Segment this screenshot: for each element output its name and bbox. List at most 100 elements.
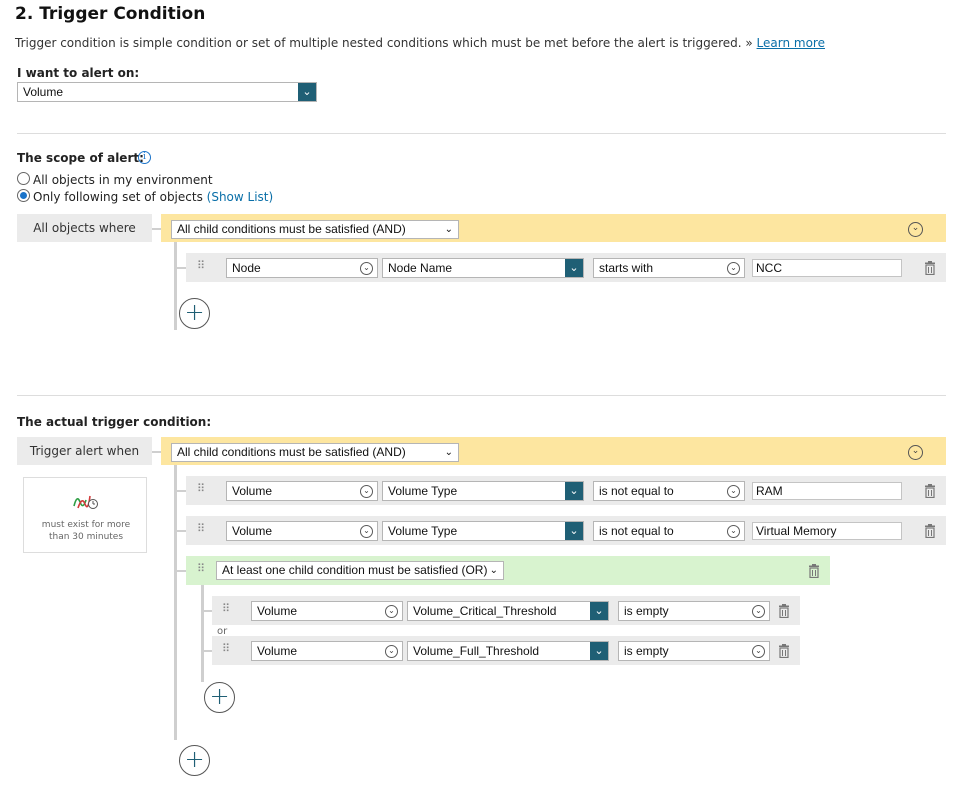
chevron-down-icon: ⌄ — [727, 262, 740, 275]
connector — [174, 490, 186, 492]
chevron-down-icon: ⌄ — [590, 602, 608, 620]
chevron-down-icon: ⌄ — [752, 645, 765, 658]
chevron-down-icon: ⌄ — [590, 642, 608, 660]
trash-icon[interactable] — [924, 261, 936, 275]
connector — [201, 610, 212, 612]
condition-field-value: Volume Type — [388, 484, 458, 498]
tree-line — [174, 242, 177, 330]
learn-more-link[interactable]: Learn more — [757, 36, 825, 50]
time-condition-text: must exist for more than 30 minutes — [41, 520, 131, 542]
trash-icon[interactable] — [924, 484, 936, 498]
time-condition-card[interactable]: must exist for more than 30 minutes — [23, 477, 147, 553]
alert-on-select[interactable]: Volume ⌄ — [17, 82, 317, 102]
condition-operator-value: is empty — [624, 604, 669, 618]
info-icon[interactable]: i — [138, 151, 151, 164]
condition-operator-value: is not equal to — [599, 524, 674, 538]
scope-label: The scope of alert: — [17, 151, 144, 165]
condition-operator-select[interactable]: is empty ⌄ — [618, 641, 770, 661]
scope-group-label: All objects where — [17, 214, 152, 242]
trigger-label: The actual trigger condition: — [17, 415, 212, 429]
nested-group-operator-value: At least one child condition must be sat… — [222, 563, 488, 577]
chevron-down-icon: ⌄ — [489, 565, 498, 576]
condition-field-value: Volume_Full_Threshold — [413, 644, 540, 658]
condition-field-value: Node Name — [388, 261, 453, 275]
drag-handle-icon[interactable]: ⠿ — [222, 643, 230, 654]
alert-on-label: I want to alert on: — [17, 66, 140, 80]
drag-handle-icon[interactable]: ⠿ — [197, 563, 205, 574]
add-trigger-condition-button[interactable]: + — [179, 745, 210, 776]
tree-line — [201, 585, 204, 682]
trash-icon[interactable] — [924, 524, 936, 538]
chevron-down-icon: ⌄ — [444, 224, 453, 235]
chevron-down-icon: ⌄ — [298, 83, 316, 101]
collapse-chevron-icon[interactable]: ⌄ — [908, 222, 923, 237]
condition-object-value: Volume — [232, 524, 273, 538]
condition-field-select[interactable]: Volume Type ⌄ — [382, 521, 584, 541]
trash-icon[interactable] — [778, 604, 790, 618]
chevron-down-icon: ⌄ — [385, 645, 398, 658]
condition-field-value: Volume_Critical_Threshold — [413, 604, 557, 618]
condition-operator-select[interactable]: is empty ⌄ — [618, 601, 770, 621]
time-wave-icon — [73, 495, 98, 509]
radio-all-objects[interactable] — [17, 172, 30, 185]
condition-field-select[interactable]: Volume_Critical_Threshold ⌄ — [407, 601, 609, 621]
add-scope-condition-button[interactable]: + — [179, 298, 210, 329]
trigger-group-operator-select[interactable]: All child conditions must be satisfied (… — [171, 443, 459, 462]
collapse-chevron-icon[interactable]: ⌄ — [908, 445, 923, 460]
show-list-link[interactable]: (Show List) — [207, 190, 274, 204]
condition-object-value: Volume — [257, 644, 298, 658]
condition-value-input[interactable]: Virtual Memory — [752, 522, 902, 540]
condition-object-select[interactable]: Volume ⌄ — [226, 481, 378, 501]
condition-field-select[interactable]: Node Name ⌄ — [382, 258, 584, 278]
tree-line — [174, 465, 177, 740]
chevron-down-icon: ⌄ — [565, 259, 583, 277]
nested-group-operator-select[interactable]: At least one child condition must be sat… — [216, 561, 504, 580]
drag-handle-icon[interactable]: ⠿ — [197, 523, 205, 534]
radio-following-objects-label: Only following set of objects (Show List… — [33, 190, 273, 204]
drag-handle-icon[interactable]: ⠿ — [197, 260, 205, 271]
condition-operator-select[interactable]: is not equal to ⌄ — [593, 521, 745, 541]
description-text: Trigger condition is simple condition or… — [15, 36, 753, 50]
following-objects-text: Only following set of objects — [33, 190, 203, 204]
drag-handle-icon[interactable]: ⠿ — [197, 483, 205, 494]
condition-value-input[interactable]: RAM — [752, 482, 902, 500]
trigger-group-operator-value: All child conditions must be satisfied (… — [177, 445, 406, 459]
alert-on-value: Volume — [23, 85, 64, 99]
connector — [174, 570, 186, 572]
condition-object-select[interactable]: Volume ⌄ — [226, 521, 378, 541]
condition-object-select[interactable]: Volume ⌄ — [251, 641, 403, 661]
chevron-down-icon: ⌄ — [752, 605, 765, 618]
section-description: Trigger condition is simple condition or… — [15, 36, 825, 50]
add-nested-condition-button[interactable]: + — [204, 682, 235, 713]
trash-icon[interactable] — [808, 564, 820, 578]
chevron-down-icon: ⌄ — [565, 482, 583, 500]
condition-operator-value: is not equal to — [599, 484, 674, 498]
scope-group-operator-value: All child conditions must be satisfied (… — [177, 222, 406, 236]
section-title: 2. Trigger Condition — [15, 4, 206, 24]
trash-icon[interactable] — [778, 644, 790, 658]
chevron-down-icon: ⌄ — [385, 605, 398, 618]
scope-group-operator-select[interactable]: All child conditions must be satisfied (… — [171, 220, 459, 239]
condition-field-select[interactable]: Volume Type ⌄ — [382, 481, 584, 501]
condition-value-input[interactable]: NCC — [752, 259, 902, 277]
chevron-down-icon: ⌄ — [565, 522, 583, 540]
chevron-down-icon: ⌄ — [360, 525, 373, 538]
condition-field-value: Volume Type — [388, 524, 458, 538]
condition-object-select[interactable]: Node ⌄ — [226, 258, 378, 278]
radio-all-objects-label: All objects in my environment — [33, 173, 213, 187]
chevron-down-icon: ⌄ — [360, 485, 373, 498]
chevron-down-icon: ⌄ — [360, 262, 373, 275]
condition-operator-select[interactable]: starts with ⌄ — [593, 258, 745, 278]
condition-object-select[interactable]: Volume ⌄ — [251, 601, 403, 621]
drag-handle-icon[interactable]: ⠿ — [222, 603, 230, 614]
divider — [17, 395, 946, 396]
connector — [174, 267, 186, 269]
radio-following-objects[interactable] — [17, 189, 30, 202]
condition-operator-value: starts with — [599, 261, 654, 275]
chevron-down-icon: ⌄ — [727, 485, 740, 498]
condition-operator-value: is empty — [624, 644, 669, 658]
chevron-down-icon: ⌄ — [444, 447, 453, 458]
trigger-group-label: Trigger alert when — [17, 437, 152, 465]
condition-operator-select[interactable]: is not equal to ⌄ — [593, 481, 745, 501]
condition-field-select[interactable]: Volume_Full_Threshold ⌄ — [407, 641, 609, 661]
